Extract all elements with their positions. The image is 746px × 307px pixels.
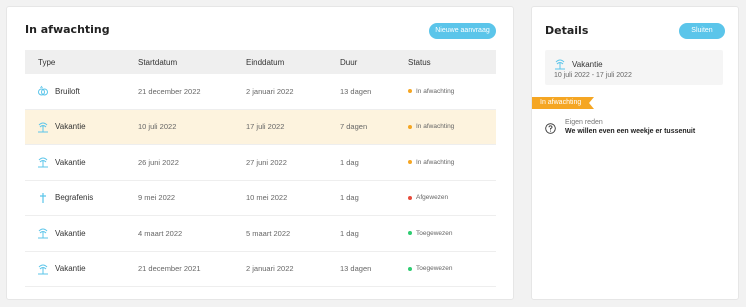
- cell-type: Begrafenis: [25, 192, 138, 204]
- new-request-button[interactable]: Nieuwe aanvraag: [429, 23, 496, 39]
- cell-status: In afwachting: [408, 159, 496, 166]
- table-row[interactable]: Vakantie 4 maart 2022 5 maart 2022 1 dag Toe…: [25, 216, 496, 252]
- detail-type: Vakantie: [554, 58, 603, 70]
- detail-dates: 10 juli 2022 - 17 juli 2022: [554, 72, 632, 79]
- cell-end-date: 2 januari 2022: [246, 264, 294, 274]
- table-row[interactable]: Vakantie 10 juli 2022 17 juli 2022 7 dagen I…: [25, 109, 496, 145]
- column-header-type[interactable]: Type: [25, 58, 138, 67]
- type-label: Vakantie: [55, 264, 86, 274]
- status-dot: [408, 89, 412, 94]
- type-label: Vakantie: [55, 122, 86, 132]
- cell-type: Vakantie: [25, 121, 138, 133]
- table-row[interactable]: Vakantie 21 december 2021 2 januari 2022 13…: [25, 252, 496, 287]
- status-dot: [408, 160, 412, 165]
- type-label: Vakantie: [55, 228, 86, 238]
- table-header: Type Startdatum Einddatum Duur Status: [25, 50, 496, 74]
- cell-status: Afgewezen: [408, 194, 496, 201]
- cell-duration: 13 dagen: [340, 264, 372, 274]
- status-dot: [408, 266, 412, 271]
- table-row[interactable]: Bruiloft 21 december 2022 2 januari 2022 13…: [25, 74, 496, 110]
- cell-duration: 1 dag: [340, 157, 359, 167]
- column-header-end[interactable]: Einddatum: [246, 58, 340, 67]
- table-row[interactable]: Vakantie 26 juni 2022 27 juni 2022 1 dag In …: [25, 145, 496, 181]
- type-label: Vakantie: [55, 157, 86, 167]
- details-panel: Details Sluiten Vakantie 10 juli 2022 - …: [531, 6, 739, 300]
- reason-label: Eigen reden: [565, 119, 603, 126]
- cell-status: Toegewezen: [408, 230, 496, 237]
- cell-start-date: 4 maart 2022: [138, 228, 183, 238]
- status-dot: [408, 124, 412, 129]
- cell-start-date: 21 december 2022: [138, 86, 201, 96]
- status-label: Toegewezen: [416, 265, 453, 273]
- column-header-status[interactable]: Status: [408, 58, 496, 67]
- cell-start-date: 9 mei 2022: [138, 193, 176, 203]
- requests-table: Type Startdatum Einddatum Duur Status Br…: [25, 50, 496, 287]
- cell-type: Bruiloft: [25, 85, 138, 97]
- palm-tree-icon: [37, 263, 49, 275]
- status-dot: [408, 231, 412, 236]
- status-label: In afwachting: [416, 87, 455, 95]
- cell-duration: 7 dagen: [340, 122, 368, 132]
- cell-start-date: 10 juli 2022: [138, 122, 177, 132]
- detail-summary: Vakantie 10 juli 2022 - 17 juli 2022: [545, 50, 723, 85]
- cell-end-date: 27 juni 2022: [246, 157, 287, 167]
- cell-status: In afwachting: [408, 88, 496, 95]
- status-label: Afgewezen: [416, 194, 449, 202]
- status-badge: In afwachting: [532, 97, 594, 109]
- page-title: In afwachting: [25, 23, 110, 36]
- status-label: Toegewezen: [416, 229, 453, 237]
- cell-duration: 1 dag: [340, 193, 359, 203]
- cell-type: Vakantie: [25, 156, 138, 168]
- close-button[interactable]: Sluiten: [679, 23, 725, 39]
- cell-end-date: 5 maart 2022: [246, 228, 291, 238]
- cell-duration: 1 dag: [340, 228, 359, 238]
- type-label: Begrafenis: [55, 193, 94, 203]
- table-row[interactable]: Begrafenis 9 mei 2022 10 mei 2022 1 dag Afge…: [25, 181, 496, 216]
- cell-type: Vakantie: [25, 263, 138, 275]
- requests-card: In afwachting Nieuwe aanvraag Type Start…: [6, 6, 514, 300]
- question-icon: [545, 121, 556, 134]
- table-body: Bruiloft 21 december 2022 2 januari 2022 13…: [25, 74, 496, 287]
- details-title: Details: [545, 24, 589, 37]
- palm-tree-icon: [554, 58, 566, 70]
- cell-duration: 13 dagen: [340, 86, 372, 96]
- cell-end-date: 2 januari 2022: [246, 86, 294, 96]
- cell-end-date: 10 mei 2022: [246, 193, 288, 203]
- palm-tree-icon: [37, 156, 49, 168]
- reason-text: We willen even een weekje er tussenuit: [565, 128, 696, 135]
- cell-status: In afwachting: [408, 123, 496, 130]
- rings-icon: [37, 85, 49, 97]
- palm-tree-icon: [37, 227, 49, 239]
- status-label: In afwachting: [416, 158, 455, 166]
- cell-start-date: 26 juni 2022: [138, 157, 179, 167]
- status-dot: [408, 195, 412, 200]
- cell-type: Vakantie: [25, 227, 138, 239]
- cell-end-date: 17 juli 2022: [246, 122, 285, 132]
- type-label: Bruiloft: [55, 86, 80, 96]
- cell-status: Toegewezen: [408, 265, 496, 272]
- palm-tree-icon: [37, 121, 49, 133]
- column-header-start[interactable]: Startdatum: [138, 58, 246, 67]
- column-header-duration[interactable]: Duur: [340, 58, 408, 67]
- cell-start-date: 21 december 2021: [138, 264, 201, 274]
- cross-icon: [37, 192, 49, 204]
- detail-type-label: Vakantie: [572, 59, 603, 69]
- status-label: In afwachting: [416, 123, 455, 131]
